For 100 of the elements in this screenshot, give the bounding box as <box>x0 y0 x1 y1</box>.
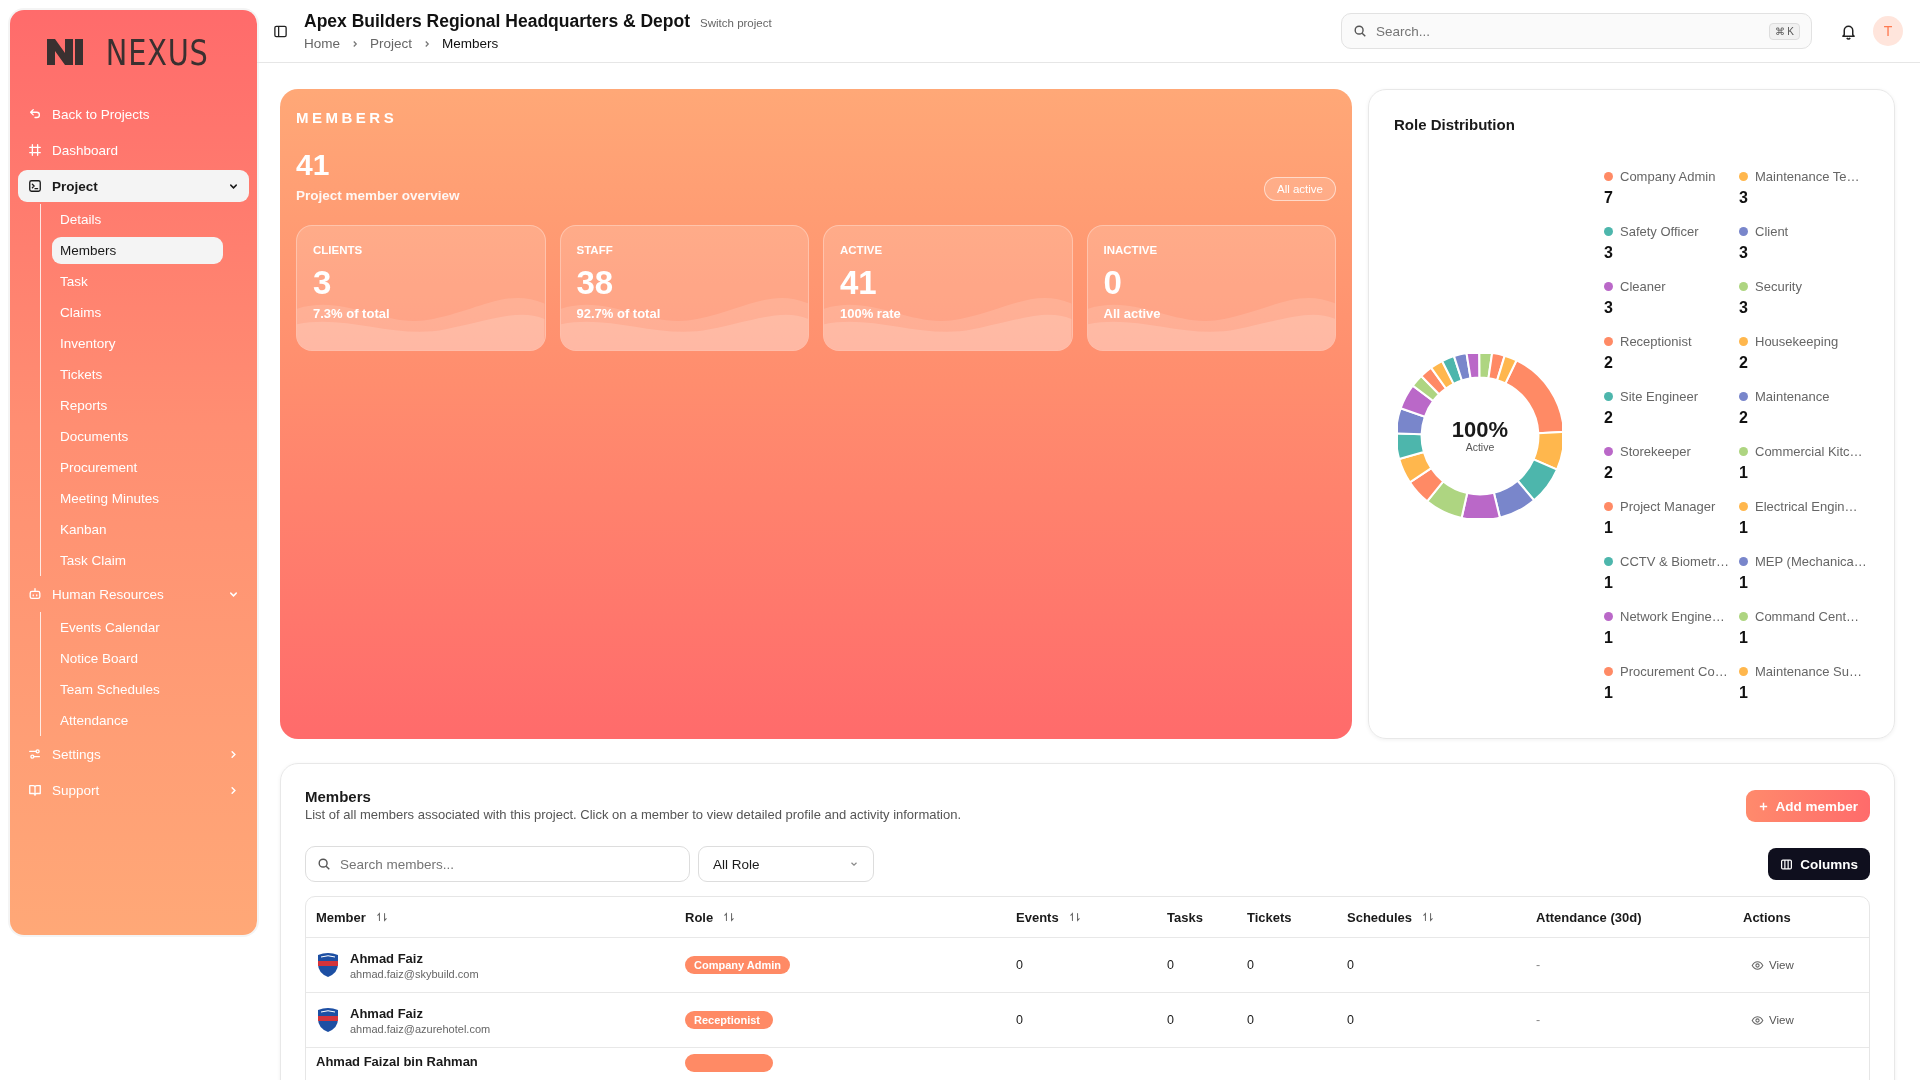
nav-subitem[interactable]: Tickets <box>52 361 223 388</box>
column-header: Tickets <box>1247 909 1292 925</box>
nav-item[interactable]: Back to Projects <box>18 98 249 130</box>
legend-count: 3 <box>1739 299 1749 317</box>
legend-label: Commercial Kitc… <box>1755 444 1863 459</box>
hash-icon <box>28 143 42 157</box>
legend-count: 1 <box>1604 574 1614 592</box>
table-cell: 0 <box>1167 958 1174 972</box>
legend-count: 2 <box>1604 354 1614 372</box>
column-header: Attendance (30d) <box>1536 909 1642 925</box>
member-row[interactable]: Ahmad Faiz ahmad.faiz@azurehotel.com Receptionist 0 0 0 0 - View <box>306 993 1869 1048</box>
nav-subitem[interactable]: Meeting Minutes <box>52 485 223 512</box>
donut-slice <box>1408 466 1445 502</box>
nav-subitem[interactable]: Team Schedules <box>52 676 223 703</box>
return-arrow-icon <box>28 107 42 121</box>
stat-label: STAFF <box>576 244 614 256</box>
donut-center-value: 100% <box>1451 418 1509 441</box>
nav-subitem[interactable]: Task <box>52 268 223 295</box>
role-tag: Receptionist <box>685 1011 773 1029</box>
eye-icon <box>1751 1013 1764 1027</box>
nav-subitem[interactable]: Kanban <box>52 516 223 543</box>
member-row[interactable]: Ahmad Faiz ahmad.faiz@skybuild.com Company Admin 0 0 0 0 - View <box>306 938 1869 993</box>
legend-label: Maintenance Te… <box>1755 169 1860 184</box>
shield-logo-icon <box>316 1007 340 1033</box>
stat-note: 100% rate <box>840 306 902 321</box>
breadcrumb-link[interactable]: Members <box>442 36 499 51</box>
legend-count: 3 <box>1604 299 1614 317</box>
sort-icon[interactable] <box>723 911 736 923</box>
legend-label: Storekeeper <box>1620 444 1691 459</box>
sort-icon[interactable] <box>1068 911 1081 923</box>
nav-subitem[interactable]: Documents <box>52 423 223 450</box>
column-header[interactable]: Member <box>316 909 366 925</box>
column-header[interactable]: Schedules <box>1347 909 1413 925</box>
nav-subitem[interactable]: Claims <box>52 299 223 326</box>
breadcrumb-link[interactable]: Home <box>304 36 340 51</box>
search-field[interactable]: Search members... <box>305 846 690 882</box>
legend-count: 1 <box>1739 684 1749 702</box>
nav-subitem[interactable]: Attendance <box>52 707 223 734</box>
member-email: ahmad.faiz@skybuild.com <box>350 967 479 980</box>
legend-label: Network Engine… <box>1620 609 1725 624</box>
member-email: ahmad.faiz@azurehotel.com <box>350 1022 491 1035</box>
nav-subitem[interactable]: Details <box>52 206 223 233</box>
bell-icon[interactable] <box>1840 22 1857 40</box>
sort-icon[interactable] <box>1422 911 1435 923</box>
member-name: Ahmad Faiz <box>350 1005 424 1021</box>
user-avatar[interactable]: T <box>1873 16 1903 46</box>
nav-subitem[interactable]: Inventory <box>52 330 223 357</box>
role-filter-dropdown[interactable]: All Role <box>698 846 874 882</box>
total-count: 41 <box>296 148 331 182</box>
nav-subitem[interactable]: Members <box>52 237 223 264</box>
columns-icon <box>1780 857 1794 871</box>
nav-subitem[interactable]: Task Claim <box>52 547 223 574</box>
sidebar-toggle-icon[interactable] <box>273 23 288 39</box>
stat-label: INACTIVE <box>1103 244 1159 256</box>
table-cell: 0 <box>1347 958 1354 972</box>
legend-label: Project Manager <box>1620 499 1716 514</box>
nav-item[interactable]: Project <box>18 170 249 202</box>
breadcrumb-link[interactable]: Project <box>370 36 413 51</box>
legend-count: 1 <box>1604 519 1614 537</box>
search-icon <box>1353 24 1367 38</box>
legend-label: Procurement Co… <box>1620 664 1728 679</box>
status-pill: All active <box>1263 177 1336 201</box>
legend-count: 2 <box>1739 409 1749 427</box>
member-name: Ahmad Faizal bin Rahman <box>316 1054 478 1069</box>
add-member-button[interactable]: Add member <box>1746 790 1870 822</box>
card-title: MEMBERS <box>296 109 399 126</box>
sliders-icon <box>28 747 42 761</box>
nav-subitem[interactable]: Events Calendar <box>52 614 223 641</box>
switch-project-link[interactable]: Switch project <box>700 17 772 29</box>
nav-item[interactable]: Settings <box>18 738 249 770</box>
shortcut-key: ⌘ K <box>1768 23 1800 40</box>
stat-label: CLIENTS <box>313 244 364 256</box>
donut-slice <box>1398 450 1433 483</box>
stat-note: 92.7% of total <box>576 306 662 321</box>
legend-label: CCTV & Biometr… <box>1620 554 1730 569</box>
legend-label: Receptionist <box>1620 334 1692 349</box>
nav-item[interactable]: Human Resources <box>18 578 249 610</box>
stat-note: 7.3% of total <box>313 306 391 321</box>
chevron-icon <box>228 784 239 796</box>
role-tag: Company Admin <box>685 956 790 974</box>
table-cell: - <box>1536 958 1541 972</box>
card-description: List of all members associated with this project. Click on a member to view detailed profile and activity information. <box>305 807 962 822</box>
column-header[interactable]: Events <box>1016 909 1059 925</box>
card-title: Role Distribution <box>1394 116 1516 133</box>
view-link[interactable]: View <box>1751 958 1794 972</box>
nav-subitem[interactable]: Notice Board <box>52 645 223 672</box>
nav-item[interactable]: Support <box>18 774 249 806</box>
nav-item[interactable]: Dashboard <box>18 134 249 166</box>
nav-subitem[interactable]: Reports <box>52 392 223 419</box>
legend-count: 1 <box>1739 629 1749 647</box>
columns-button[interactable]: Columns <box>1768 848 1870 880</box>
robot-icon <box>28 587 42 601</box>
legend-label: Electrical Engin… <box>1755 499 1858 514</box>
stat-label: ACTIVE <box>840 244 884 256</box>
view-link[interactable]: View <box>1751 1013 1794 1027</box>
column-header[interactable]: Role <box>685 909 714 925</box>
book-icon <box>28 783 42 797</box>
nav-subitem[interactable]: Procurement <box>52 454 223 481</box>
sort-icon[interactable] <box>375 911 388 923</box>
member-row[interactable]: Ahmad Faizal bin Rahman <box>306 1048 1869 1080</box>
